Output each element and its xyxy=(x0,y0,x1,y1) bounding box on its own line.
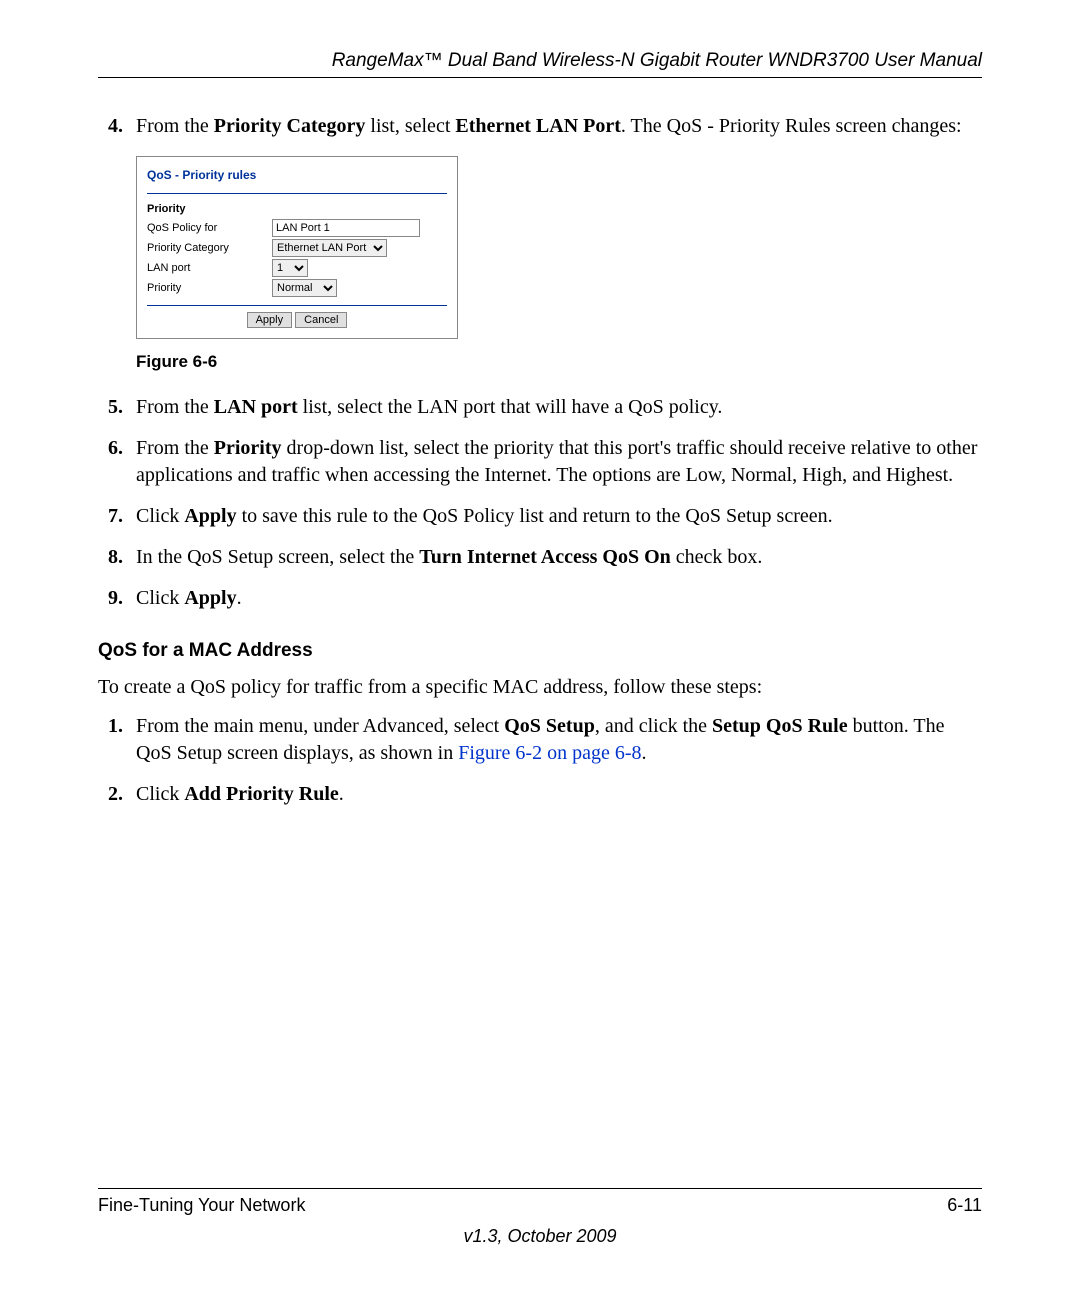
priority-select[interactable]: Normal xyxy=(272,279,337,297)
page-footer: Fine-Tuning Your Network 6-11 v1.3, Octo… xyxy=(98,1188,982,1247)
footer-rule xyxy=(98,1188,982,1189)
panel-buttons: Apply Cancel xyxy=(147,312,447,328)
lan-port-label: LAN port xyxy=(147,261,272,276)
figure-6-6-wrap: QoS - Priority rules Priority QoS Policy… xyxy=(136,156,982,374)
priority-category-label: Priority Category xyxy=(147,241,272,256)
figure-caption: Figure 6-6 xyxy=(136,351,982,374)
steps-list-part1: From the Priority Category list, select … xyxy=(98,113,982,612)
apply-button[interactable]: Apply xyxy=(247,312,293,328)
qos-priority-rules-panel: QoS - Priority rules Priority QoS Policy… xyxy=(136,156,458,339)
header-rule xyxy=(98,77,982,78)
priority-label: Priority xyxy=(147,281,272,296)
section-heading-qos-mac: QoS for a MAC Address xyxy=(98,640,982,662)
cancel-button[interactable]: Cancel xyxy=(295,312,347,328)
mac-step-1: From the main menu, under Advanced, sele… xyxy=(128,713,982,767)
step-7: Click Apply to save this rule to the QoS… xyxy=(128,503,982,530)
step-6: From the Priority drop-down list, select… xyxy=(128,435,982,489)
priority-section-label: Priority xyxy=(147,202,447,217)
footer-version: v1.3, October 2009 xyxy=(98,1226,982,1247)
row-priority-category: Priority Category Ethernet LAN Port xyxy=(147,239,447,257)
step-9: Click Apply. xyxy=(128,585,982,612)
footer-section-name: Fine-Tuning Your Network xyxy=(98,1195,305,1216)
panel-title: QoS - Priority rules xyxy=(147,167,447,183)
step-4: From the Priority Category list, select … xyxy=(128,113,982,374)
mac-step-2: Click Add Priority Rule. xyxy=(128,781,982,808)
qos-policy-label: QoS Policy for xyxy=(147,221,272,236)
priority-category-select[interactable]: Ethernet LAN Port xyxy=(272,239,387,257)
panel-divider-bottom xyxy=(147,305,447,306)
panel-divider xyxy=(147,193,447,194)
qos-policy-input[interactable] xyxy=(272,219,420,237)
document-header: RangeMax™ Dual Band Wireless-N Gigabit R… xyxy=(98,50,982,72)
figure-6-2-link[interactable]: Figure 6-2 on page 6-8 xyxy=(458,742,641,764)
footer-page-number: 6-11 xyxy=(947,1195,982,1216)
row-priority: Priority Normal xyxy=(147,279,447,297)
step-5: From the LAN port list, select the LAN p… xyxy=(128,394,982,421)
lan-port-select[interactable]: 1 xyxy=(272,259,308,277)
steps-list-part2: From the main menu, under Advanced, sele… xyxy=(98,713,982,808)
row-qos-policy-for: QoS Policy for xyxy=(147,219,447,237)
step4-text: From the Priority Category list, select … xyxy=(136,115,962,137)
step-8: In the QoS Setup screen, select the Turn… xyxy=(128,544,982,571)
section-intro: To create a QoS policy for traffic from … xyxy=(98,674,982,701)
row-lan-port: LAN port 1 xyxy=(147,259,447,277)
